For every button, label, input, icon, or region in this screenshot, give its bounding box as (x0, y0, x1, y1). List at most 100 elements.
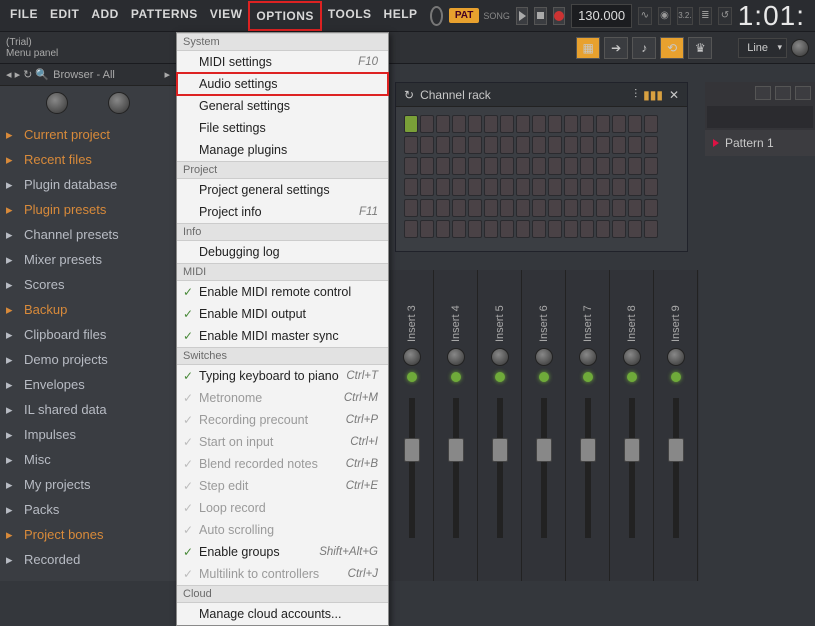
step-cell[interactable] (564, 199, 578, 217)
cr-bars-icon[interactable]: ▮▮▮ (643, 88, 663, 102)
step-cell[interactable] (628, 178, 642, 196)
browser-item[interactable]: ▸Demo projects (0, 347, 176, 372)
stop-button[interactable] (534, 7, 546, 25)
step-cell[interactable] (420, 199, 434, 217)
step-cell[interactable] (484, 178, 498, 196)
step-cell[interactable] (404, 178, 418, 196)
step-cell[interactable] (436, 220, 450, 238)
view-arrow-button[interactable]: ➔ (604, 37, 628, 59)
step-cell[interactable] (452, 157, 466, 175)
step-cell[interactable] (516, 178, 530, 196)
song-mode-label[interactable]: SONG (483, 11, 510, 21)
step-cell[interactable] (548, 157, 562, 175)
menu-item-metronome[interactable]: MetronomeCtrl+M (177, 387, 388, 409)
step-cell[interactable] (532, 157, 546, 175)
step-cell[interactable] (532, 178, 546, 196)
step-cell[interactable] (564, 220, 578, 238)
step-cell[interactable] (452, 178, 466, 196)
mixer-strip[interactable]: Insert 3 (390, 270, 434, 581)
headphone-icon[interactable] (755, 86, 771, 100)
step-cell[interactable] (436, 157, 450, 175)
menu-file[interactable]: FILE (4, 1, 44, 31)
browser-item[interactable]: ▸Clipboard files (0, 322, 176, 347)
mixer-strip[interactable]: Insert 9 (654, 270, 698, 581)
step-cell[interactable] (452, 199, 466, 217)
menu-item-debugging-log[interactable]: Debugging log (177, 241, 388, 263)
metronome-icon[interactable]: ◉ (658, 7, 672, 25)
step-cell[interactable] (564, 157, 578, 175)
step-cell[interactable] (500, 220, 514, 238)
step-cell[interactable] (564, 136, 578, 154)
step-cell[interactable] (612, 178, 626, 196)
step-cell[interactable] (548, 136, 562, 154)
step-cell[interactable] (644, 157, 658, 175)
step-cell[interactable] (564, 178, 578, 196)
step-cell[interactable] (500, 178, 514, 196)
browser-item[interactable]: ▸Packs (0, 497, 176, 522)
mixer-strip[interactable]: Insert 4 (434, 270, 478, 581)
menu-item-audio-settings[interactable]: Audio settings (177, 73, 388, 95)
step-cell[interactable] (484, 199, 498, 217)
pan-knob[interactable] (667, 348, 685, 366)
mute-led[interactable] (539, 372, 549, 382)
menu-item-project-general-settings[interactable]: Project general settings (177, 179, 388, 201)
clip-icon[interactable] (775, 86, 791, 100)
step-cell[interactable] (516, 157, 530, 175)
snap-select[interactable]: Line (738, 38, 787, 58)
fader[interactable] (541, 398, 547, 538)
step-cell[interactable] (516, 115, 530, 133)
step-cell[interactable] (580, 199, 594, 217)
snap-knob[interactable] (791, 39, 809, 57)
step-cell[interactable] (628, 199, 642, 217)
grid-icon[interactable] (795, 86, 811, 100)
mixer-strip[interactable]: Insert 8 (610, 270, 654, 581)
step-cell[interactable] (500, 115, 514, 133)
pattern-item[interactable]: Pattern 1 (705, 130, 815, 156)
step-cell[interactable] (468, 136, 482, 154)
menu-tools[interactable]: TOOLS (322, 1, 378, 31)
step-cell[interactable] (404, 199, 418, 217)
fader[interactable] (497, 398, 503, 538)
browser-item[interactable]: ▸Scores (0, 272, 176, 297)
mute-led[interactable] (671, 372, 681, 382)
step-cell[interactable] (596, 157, 610, 175)
menu-patterns[interactable]: PATTERNS (125, 1, 204, 31)
mixer-strip[interactable]: Insert 7 (566, 270, 610, 581)
step-cell[interactable] (628, 157, 642, 175)
step-cell[interactable] (484, 220, 498, 238)
pattern-mode-badge[interactable]: PAT (449, 8, 480, 23)
step-cell[interactable] (596, 220, 610, 238)
browser-header[interactable]: ◂ ▸ ↻ 🔍 Browser - All ▸ (0, 64, 176, 86)
menu-add[interactable]: ADD (85, 1, 125, 31)
step-cell[interactable] (596, 199, 610, 217)
menu-help[interactable]: HELP (378, 1, 424, 31)
pan-knob[interactable] (447, 348, 465, 366)
menu-item-enable-groups[interactable]: Enable groupsShift+Alt+G (177, 541, 388, 563)
fader[interactable] (409, 398, 415, 538)
step-cell[interactable] (612, 157, 626, 175)
mute-led[interactable] (451, 372, 461, 382)
loop-icon[interactable]: ↻ (404, 88, 414, 102)
step-cell[interactable] (532, 199, 546, 217)
menu-item-loop-record[interactable]: Loop record (177, 497, 388, 519)
step-cell[interactable] (580, 115, 594, 133)
step-cell[interactable] (516, 199, 530, 217)
step-cell[interactable] (644, 136, 658, 154)
menu-item-auto-scrolling[interactable]: Auto scrolling (177, 519, 388, 541)
close-icon[interactable]: ✕ (669, 88, 679, 102)
step-cell[interactable] (548, 115, 562, 133)
countdown-icon[interactable]: 3.2. (677, 7, 692, 25)
browser-knob-1[interactable] (46, 92, 68, 114)
menu-item-blend-recorded-notes[interactable]: Blend recorded notesCtrl+B (177, 453, 388, 475)
step-cell[interactable] (516, 220, 530, 238)
step-cell[interactable] (436, 199, 450, 217)
step-cell[interactable] (612, 136, 626, 154)
loop-rec-icon[interactable]: ↺ (718, 7, 732, 25)
step-cell[interactable] (404, 136, 418, 154)
step-cell[interactable] (644, 199, 658, 217)
menu-view[interactable]: VIEW (204, 1, 249, 31)
mute-led[interactable] (583, 372, 593, 382)
browser-item[interactable]: ▸Project bones (0, 522, 176, 547)
step-cell[interactable] (596, 178, 610, 196)
step-cell[interactable] (468, 199, 482, 217)
